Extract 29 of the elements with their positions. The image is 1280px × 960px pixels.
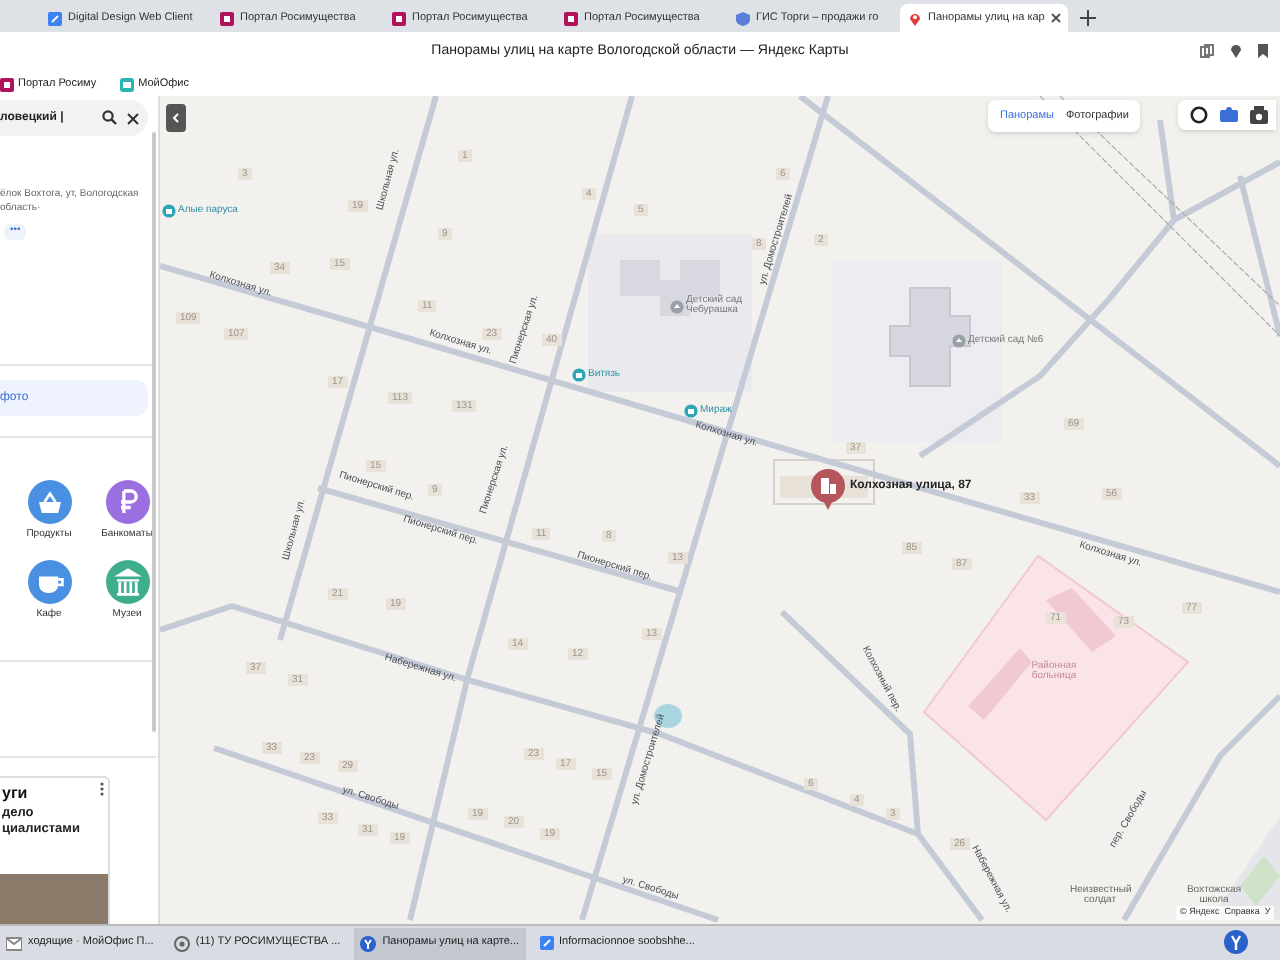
shop-icon[interactable] [572,368,586,382]
circle-icon[interactable] [1190,106,1208,124]
shield-icon [736,11,750,25]
search-icon[interactable] [102,110,118,126]
school-icon[interactable] [670,299,684,313]
close-icon[interactable] [126,111,140,125]
scrollbar[interactable] [152,132,156,732]
panorama-icon[interactable] [1220,106,1238,124]
bookmark-icon[interactable] [1258,44,1268,58]
camera-icon[interactable] [1250,106,1268,124]
office-icon [120,77,135,91]
ad-title: уги [2,782,28,806]
school-icon[interactable] [952,334,966,348]
shop-icon[interactable] [684,404,698,418]
collapse-panel-icon[interactable] [166,104,186,132]
location-pin-icon [908,11,922,25]
document-icon [48,11,62,25]
location-pin-icon[interactable] [1230,44,1242,58]
document-icon [539,936,554,950]
photo-placeholder [0,874,108,924]
mail-icon [6,935,22,951]
browser-icon [173,935,190,951]
browser-icon [360,935,377,951]
close-icon[interactable] [1050,12,1063,24]
new-tab-icon[interactable] [1080,10,1096,26]
copy-icon[interactable] [1200,44,1214,58]
location-pin-icon[interactable] [810,468,846,512]
browser-icon[interactable] [1224,930,1248,954]
shop-icon[interactable] [162,204,176,218]
